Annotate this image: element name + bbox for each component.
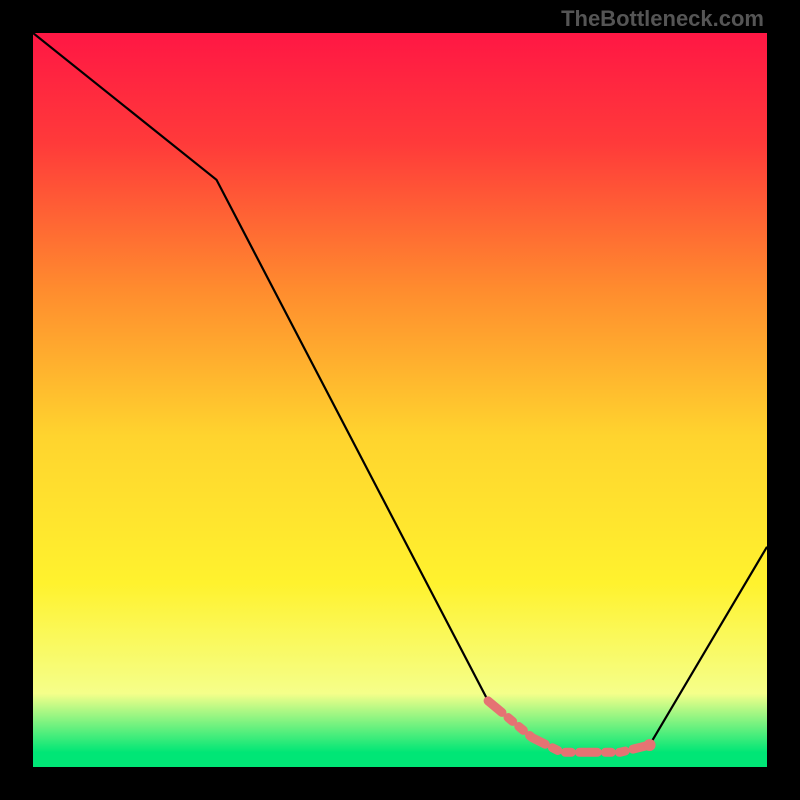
chart-container: TheBottleneck.com	[0, 0, 800, 800]
bottleneck-curve	[33, 33, 767, 767]
plot-area	[33, 33, 767, 767]
watermark-text: TheBottleneck.com	[561, 6, 764, 32]
